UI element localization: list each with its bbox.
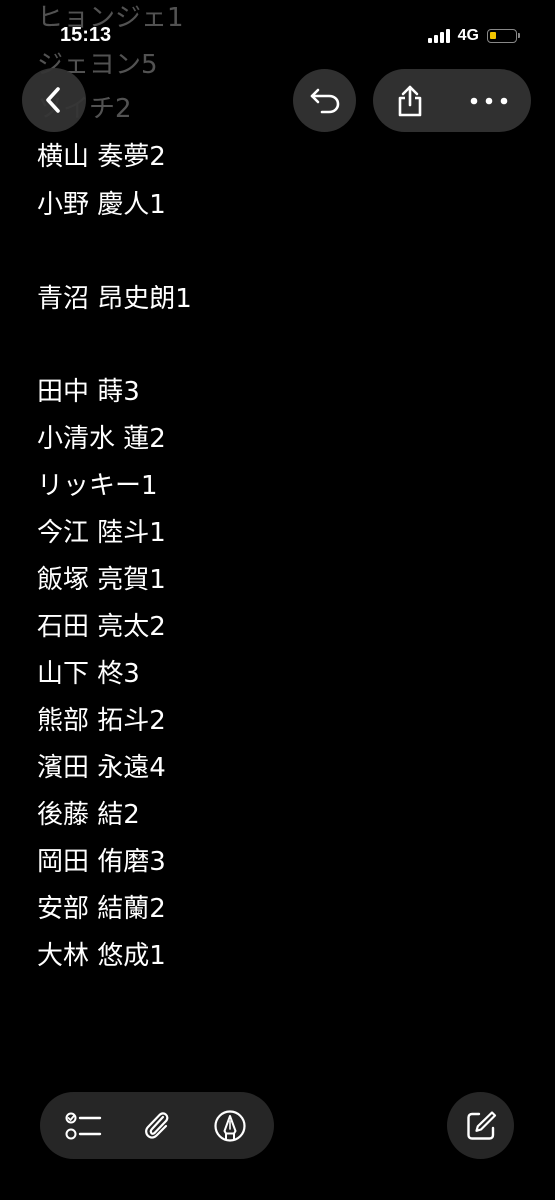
note-line: 熊部 拓斗2 [37,706,166,736]
status-bar: 15:13 4G [0,0,555,70]
note-line: 大林 悠成1 [37,941,166,971]
note-line: 今江 陸斗1 [37,518,166,548]
more-icon [470,97,508,104]
note-line: リッキー1 [37,471,158,501]
back-button[interactable] [22,68,86,132]
compose-button[interactable] [447,1092,514,1159]
actions-pill [373,69,531,132]
compose-icon [466,1110,496,1140]
pen-markup-icon [214,1109,246,1142]
note-line: 安部 結蘭2 [37,894,166,924]
note-line: 田中 蒔3 [37,377,140,407]
checklist-button[interactable] [56,1098,112,1154]
status-indicators: 4G [427,27,520,45]
note-line: 石田 亮太2 [37,612,166,642]
chevron-left-icon [46,87,60,113]
paperclip-icon [145,1111,169,1139]
note-line: 小清水 蓮2 [37,424,166,454]
note-line: 山下 柊3 [37,659,140,689]
share-button[interactable] [373,69,447,132]
undo-button[interactable] [293,69,356,132]
network-type: 4G [457,27,479,44]
checklist-icon [65,1112,102,1139]
attachment-button[interactable] [129,1098,185,1154]
status-time: 15:13 [60,24,112,46]
share-icon [398,85,422,116]
note-line: 飯塚 亮賀1 [37,565,166,595]
more-button[interactable] [447,69,531,132]
note-line: 濱田 永遠4 [37,753,166,783]
cellular-signal-icon [427,29,450,43]
markup-button[interactable] [202,1098,258,1154]
note-line: 岡田 侑磨3 [37,847,166,877]
note-line: 後藤 結2 [37,800,140,830]
note-line: 横山 奏夢2 [37,142,166,172]
note-line: 小野 慶人1 [37,190,166,220]
battery-icon [487,29,520,43]
bottom-toolbar [40,1092,274,1159]
undo-icon [310,88,339,113]
note-line: 青沼 昂史朗1 [37,284,192,314]
